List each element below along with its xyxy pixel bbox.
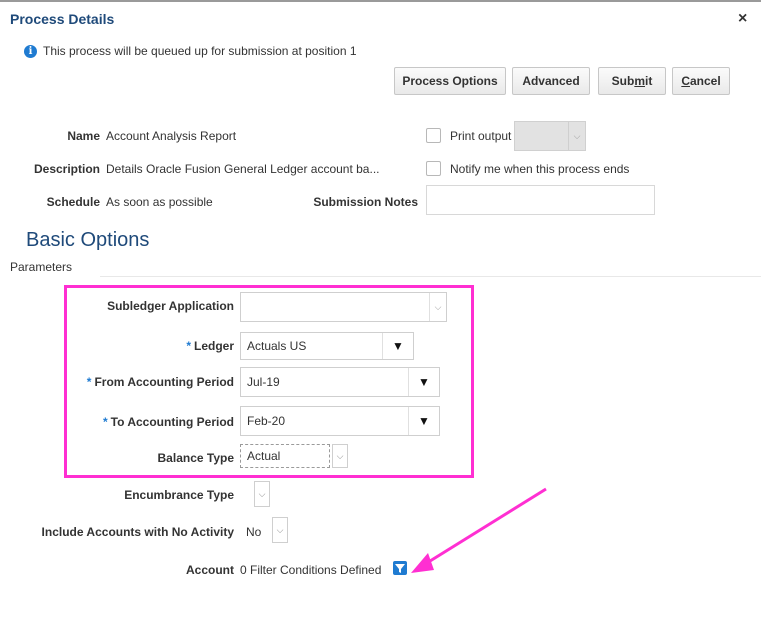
annotation-arrow (411, 487, 547, 573)
